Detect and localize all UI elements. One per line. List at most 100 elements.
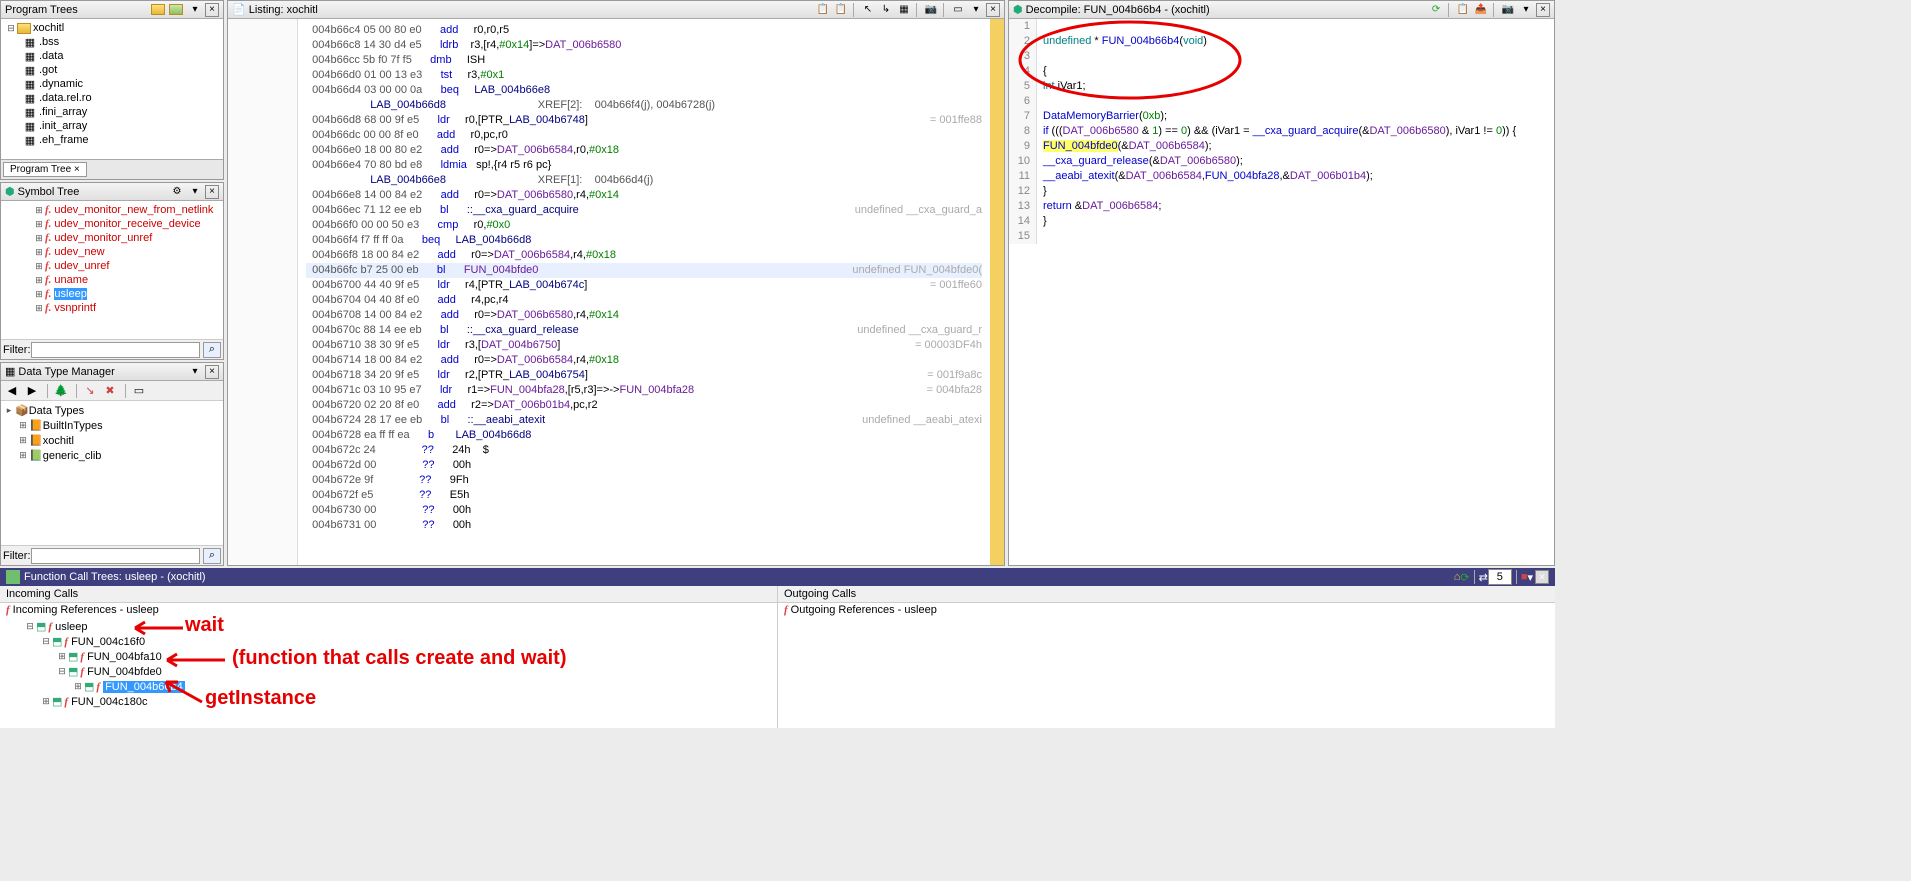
decompile-line[interactable]: undefined * FUN_004b66b4(void) <box>1043 34 1554 49</box>
pt-menu-icon[interactable]: ▾ <box>187 3 203 17</box>
pt-section[interactable]: .eh_frame <box>39 134 89 146</box>
fct-stop-icon[interactable]: ■ <box>1521 571 1528 583</box>
listing-row[interactable]: 004b671c 03 10 95 e7 ldr r1=>FUN_004bfa2… <box>306 383 982 398</box>
listing-row[interactable]: 004b66e0 18 00 80 e2 add r0=>DAT_006b658… <box>306 143 982 158</box>
listing-overview-ruler[interactable] <box>990 19 1004 565</box>
symbol-item[interactable]: ⊞f.vsnprintf <box>3 301 221 315</box>
incoming-root[interactable]: fIncoming References - usleep <box>0 603 777 617</box>
listing-row[interactable]: 004b672f e5 ?? E5h <box>306 488 982 503</box>
listing-row[interactable]: 004b672c 24 ?? 24h $ <box>306 443 982 458</box>
decompile-line[interactable] <box>1043 19 1554 34</box>
decompile-line[interactable]: return &DAT_006b6584; <box>1043 199 1554 214</box>
listing-row[interactable]: 004b6731 00 ?? 00h <box>306 518 982 533</box>
fields-icon[interactable]: ▦ <box>896 3 912 17</box>
dtm-tree-icon[interactable]: 🌲 <box>52 383 70 399</box>
listing-row[interactable]: 004b66f8 18 00 84 e2 add r0=>DAT_006b658… <box>306 248 982 263</box>
listing-row[interactable]: 004b6710 38 30 9f e5 ldr r3,[DAT_004b675… <box>306 338 982 353</box>
home-icon[interactable]: ⌂ <box>1454 571 1461 583</box>
symbol-item[interactable]: ⊞f.udev_unref <box>3 259 221 273</box>
symbol-tree[interactable]: ⊞f.udev_monitor_new_from_netlink⊞f.udev_… <box>1 201 223 317</box>
listing-row[interactable]: 004b6714 18 00 84 e2 add r0=>DAT_006b658… <box>306 353 982 368</box>
listing-row[interactable]: 004b66d0 01 00 13 e3 tst r3,#0x1 <box>306 68 982 83</box>
fct-node[interactable]: ⊟⬒fFUN_004bfde0 <box>2 664 775 679</box>
decompile-line[interactable]: __cxa_guard_release(&DAT_006b6580); <box>1043 154 1554 169</box>
decompile-line[interactable] <box>1043 49 1554 64</box>
dtm-x-icon[interactable]: ✖ <box>101 383 119 399</box>
fct-switch-icon[interactable]: ⇄ <box>1479 571 1488 584</box>
listing-row[interactable]: 004b66d8 68 00 9f e5 ldr r0,[PTR_LAB_004… <box>306 113 982 128</box>
close-icon[interactable]: × <box>205 185 219 199</box>
fct-depth-input[interactable] <box>1488 569 1512 585</box>
listing-row[interactable]: 004b66e8 14 00 84 e2 add r0=>DAT_006b658… <box>306 188 982 203</box>
pt-section[interactable]: .data <box>39 50 63 62</box>
listing-row[interactable]: 004b670c 88 14 ee eb bl ::__cxa_guard_re… <box>306 323 982 338</box>
decompile-line[interactable] <box>1043 94 1554 109</box>
listing-row[interactable]: 004b6728 ea ff ff ea b LAB_004b66d8 <box>306 428 982 443</box>
pt-section[interactable]: .got <box>39 64 57 76</box>
symbol-item[interactable]: ⊞f.udev_monitor_new_from_netlink <box>3 203 221 217</box>
st-filter-icon[interactable]: ⚙ <box>169 185 185 199</box>
listing-body[interactable]: 004b66c4 05 00 80 e0 add r0,r0,r5 004b66… <box>298 19 990 565</box>
listing-row[interactable]: 004b6700 44 40 9f e5 ldr r4,[PTR_LAB_004… <box>306 278 982 293</box>
fct-node[interactable]: ⊞⬒fFUN_004c180c <box>2 694 775 709</box>
listing-row[interactable]: 004b66f4 f7 ff ff 0a beq LAB_004b66d8 <box>306 233 982 248</box>
listing-row[interactable]: 004b66e4 70 80 bd e8 ldmia sp!,{r4 r5 r6… <box>306 158 982 173</box>
pt-section[interactable]: .init_array <box>39 120 87 132</box>
listing-row[interactable]: 004b6718 34 20 9f e5 ldr r2,[PTR_LAB_004… <box>306 368 982 383</box>
pt-section[interactable]: .dynamic <box>39 78 83 90</box>
paste-icon[interactable]: 📋 <box>833 3 849 17</box>
dec-export-icon[interactable]: 📤 <box>1473 3 1489 17</box>
fct-node[interactable]: ⊟⬒fFUN_004c16f0 <box>2 634 775 649</box>
fct-node[interactable]: ⊞⬒fFUN_004b66b4 <box>2 679 775 694</box>
listing-row[interactable]: 004b672e 9f ?? 9Fh <box>306 473 982 488</box>
dtm-find-icon[interactable]: ↘ <box>81 383 99 399</box>
pt-root[interactable]: xochitl <box>33 22 64 34</box>
listing-row[interactable]: 004b66cc 5b f0 7f f5 dmb ISH <box>306 53 982 68</box>
dec-snapshot-icon[interactable]: 📷 <box>1500 3 1516 17</box>
listing-row[interactable]: LAB_004b66d8 XREF[2]: 004b66f4(j), 004b6… <box>306 98 982 113</box>
decompile-line[interactable]: DataMemoryBarrier(0xb); <box>1043 109 1554 124</box>
decompile-line[interactable]: { <box>1043 64 1554 79</box>
close-icon[interactable]: × <box>1536 3 1550 17</box>
symbol-item[interactable]: ⊞f.udev_monitor_receive_device <box>3 217 221 231</box>
program-tree-tab[interactable]: Program Tree × <box>3 162 87 177</box>
dtm-box-icon[interactable]: ▭ <box>130 383 148 399</box>
back-icon[interactable]: ◀ <box>3 383 21 399</box>
dtm-menu-icon[interactable]: ▾ <box>187 365 203 379</box>
listing-row[interactable]: 004b66ec 71 12 ee eb bl ::__cxa_guard_ac… <box>306 203 982 218</box>
program-tree[interactable]: ⊟xochitl ▦.bss ▦.data ▦.got ▦.dynamic ▦.… <box>1 19 223 149</box>
decompile-code[interactable]: undefined * FUN_004b66b4(void) { int iVa… <box>1037 19 1554 244</box>
dtm-root[interactable]: Data Types <box>29 405 84 417</box>
refresh-icon[interactable]: ⟳ <box>1428 3 1444 17</box>
close-icon[interactable]: × <box>1535 570 1549 584</box>
decompile-line[interactable]: FUN_004bfde0(&DAT_006b6584); <box>1043 139 1554 154</box>
dtm-item[interactable]: generic_clib <box>43 450 102 462</box>
dec-menu-icon[interactable]: ▾ <box>1518 3 1534 17</box>
cursor-icon[interactable]: ↖ <box>860 3 876 17</box>
symbol-item[interactable]: ⊞f.usleep <box>3 287 221 301</box>
close-icon[interactable]: × <box>205 365 219 379</box>
listing-row[interactable]: 004b66c8 14 30 d4 e5 ldrb r3,[r4,#0x14]=… <box>306 38 982 53</box>
fct-node[interactable]: ⊞⬒fFUN_004bfa10 <box>2 649 775 664</box>
listing-row[interactable]: 004b66c4 05 00 80 e0 add r0,r0,r5 <box>306 23 982 38</box>
listing-box-icon[interactable]: ▭ <box>950 3 966 17</box>
listing-row[interactable]: 004b66d4 03 00 00 0a beq LAB_004b66e8 <box>306 83 982 98</box>
listing-row[interactable]: 004b6724 28 17 ee eb bl ::__aeabi_atexit… <box>306 413 982 428</box>
listing-row[interactable]: 004b66fc b7 25 00 eb bl FUN_004bfde0unde… <box>306 263 982 278</box>
symbol-filter-input[interactable] <box>31 342 201 358</box>
filter-apply-button[interactable]: ⌕ <box>203 548 221 564</box>
branch-icon[interactable]: ↳ <box>878 3 894 17</box>
symbol-item[interactable]: ⊞f.udev_monitor_unref <box>3 231 221 245</box>
dtm-tree[interactable]: ▸📦Data Types ⊞📙BuiltInTypes ⊞📙xochitl ⊞📗… <box>1 401 223 465</box>
listing-menu-icon[interactable]: ▾ <box>968 3 984 17</box>
listing-row[interactable]: 004b6704 04 40 8f e0 add r4,pc,r4 <box>306 293 982 308</box>
pt-section[interactable]: .bss <box>39 36 59 48</box>
pt-new-icon[interactable] <box>151 3 167 17</box>
dtm-item[interactable]: BuiltInTypes <box>43 420 103 432</box>
fct-node[interactable]: ⊟⬒fusleep <box>2 619 775 634</box>
decompile-line[interactable] <box>1043 229 1554 244</box>
dec-copy-icon[interactable]: 📋 <box>1455 3 1471 17</box>
listing-row[interactable]: 004b66dc 00 00 8f e0 add r0,pc,r0 <box>306 128 982 143</box>
listing-row[interactable]: 004b6720 02 20 8f e0 add r2=>DAT_006b01b… <box>306 398 982 413</box>
close-icon[interactable]: × <box>205 3 219 17</box>
